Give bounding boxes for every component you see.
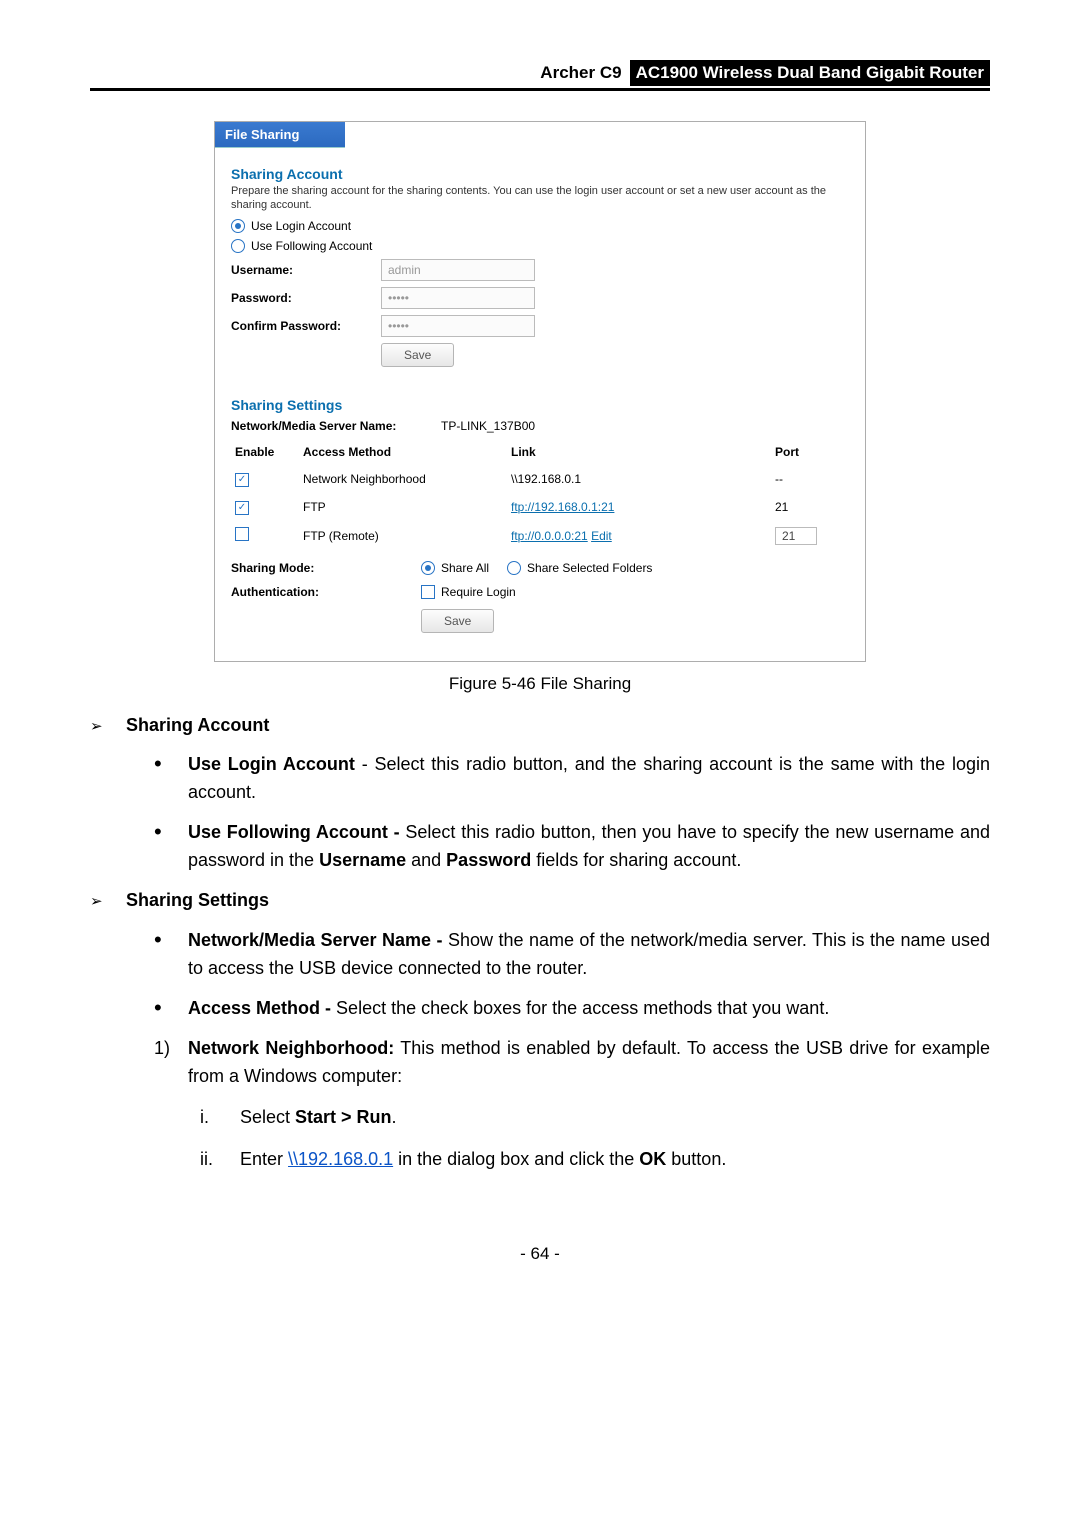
share-selected-radio[interactable]: [507, 561, 521, 575]
authentication-label: Authentication:: [231, 585, 421, 599]
bullet-icon: •: [154, 995, 188, 1023]
page-number: - 64 -: [90, 1244, 990, 1264]
col-method: Access Method: [299, 439, 507, 465]
section-sharing-settings: Sharing Settings: [126, 887, 990, 915]
port-input[interactable]: 21: [775, 527, 817, 545]
panel-title: File Sharing: [215, 122, 345, 148]
figure-caption: Figure 5-46 File Sharing: [90, 674, 990, 694]
use-following-account-label: Use Following Account: [251, 239, 372, 253]
step-start-run: Select Start > Run.: [240, 1104, 990, 1132]
username-label: Username:: [231, 263, 381, 277]
item-use-following-account: Use Following Account - Select this radi…: [188, 819, 990, 875]
col-port: Port: [771, 439, 849, 465]
link-cell: ftp://0.0.0.0:21 Edit: [507, 521, 771, 551]
confirm-password-label: Confirm Password:: [231, 319, 381, 333]
file-sharing-panel: File Sharing Sharing Account Prepare the…: [214, 121, 866, 662]
model-label: Archer C9: [540, 63, 629, 82]
share-all-radio[interactable]: [421, 561, 435, 575]
item-network-neighborhood: Network Neighborhood: This method is ena…: [188, 1035, 990, 1091]
access-method-cell: FTP: [299, 493, 507, 521]
page-header: Archer C9AC1900 Wireless Dual Band Gigab…: [90, 60, 990, 91]
require-login-label: Require Login: [441, 585, 516, 599]
bullet-icon: ➢: [90, 887, 126, 915]
list-number: 1): [154, 1035, 188, 1091]
use-login-account-label: Use Login Account: [251, 219, 351, 233]
enable-checkbox[interactable]: [235, 527, 249, 541]
table-row: ✓ FTP ftp://192.168.0.1:21 21: [231, 493, 849, 521]
col-link: Link: [507, 439, 771, 465]
list-roman: ii.: [200, 1146, 240, 1174]
table-row: FTP (Remote)ftp://0.0.0.0:21 Edit21: [231, 521, 849, 551]
edit-link[interactable]: Edit: [591, 529, 612, 543]
port-cell: 21: [771, 493, 849, 521]
step-enter-address: Enter \\192.168.0.1 in the dialog box an…: [240, 1146, 990, 1174]
username-field[interactable]: admin: [381, 259, 535, 281]
share-selected-label: Share Selected Folders: [527, 561, 652, 575]
sharing-account-heading: Sharing Account: [231, 166, 849, 182]
enable-checkbox[interactable]: ✓: [235, 501, 249, 515]
list-roman: i.: [200, 1104, 240, 1132]
sharing-account-desc: Prepare the sharing account for the shar…: [231, 184, 849, 213]
access-method-cell: Network Neighborhood: [299, 465, 507, 493]
sharing-mode-label: Sharing Mode:: [231, 561, 421, 575]
product-label: AC1900 Wireless Dual Band Gigabit Router: [630, 60, 990, 86]
item-server-name: Network/Media Server Name - Show the nam…: [188, 927, 990, 983]
unc-link[interactable]: \\192.168.0.1: [288, 1149, 393, 1169]
save-settings-button[interactable]: Save: [421, 609, 494, 633]
use-login-account-radio[interactable]: [231, 219, 245, 233]
confirm-password-field[interactable]: •••••: [381, 315, 535, 337]
save-account-button[interactable]: Save: [381, 343, 454, 367]
table-row: ✓ Network Neighborhood\\192.168.0.1--: [231, 465, 849, 493]
password-field[interactable]: •••••: [381, 287, 535, 309]
item-use-login-account: Use Login Account - Select this radio bu…: [188, 751, 990, 807]
require-login-checkbox[interactable]: [421, 585, 435, 599]
bullet-icon: •: [154, 819, 188, 875]
port-cell: 21: [771, 521, 849, 551]
bullet-icon: •: [154, 751, 188, 807]
use-following-account-radio[interactable]: [231, 239, 245, 253]
share-all-label: Share All: [441, 561, 489, 575]
server-name-value: TP-LINK_137B00: [441, 419, 535, 433]
bullet-icon: ➢: [90, 712, 126, 740]
col-enable: Enable: [231, 439, 299, 465]
enable-checkbox[interactable]: ✓: [235, 473, 249, 487]
sharing-settings-heading: Sharing Settings: [231, 397, 849, 413]
password-label: Password:: [231, 291, 381, 305]
server-name-label: Network/Media Server Name:: [231, 419, 441, 433]
access-method-cell: FTP (Remote): [299, 521, 507, 551]
item-access-method: Access Method - Select the check boxes f…: [188, 995, 990, 1023]
access-method-table: Enable Access Method Link Port ✓ Network …: [231, 439, 849, 551]
access-link[interactable]: ftp://0.0.0.0:21: [511, 529, 588, 543]
link-cell: ftp://192.168.0.1:21: [507, 493, 771, 521]
link-cell: \\192.168.0.1: [507, 465, 771, 493]
section-sharing-account: Sharing Account: [126, 712, 990, 740]
access-link[interactable]: ftp://192.168.0.1:21: [511, 500, 614, 514]
port-cell: --: [771, 465, 849, 493]
bullet-icon: •: [154, 927, 188, 983]
document-body: ➢ Sharing Account • Use Login Account - …: [90, 712, 990, 1175]
